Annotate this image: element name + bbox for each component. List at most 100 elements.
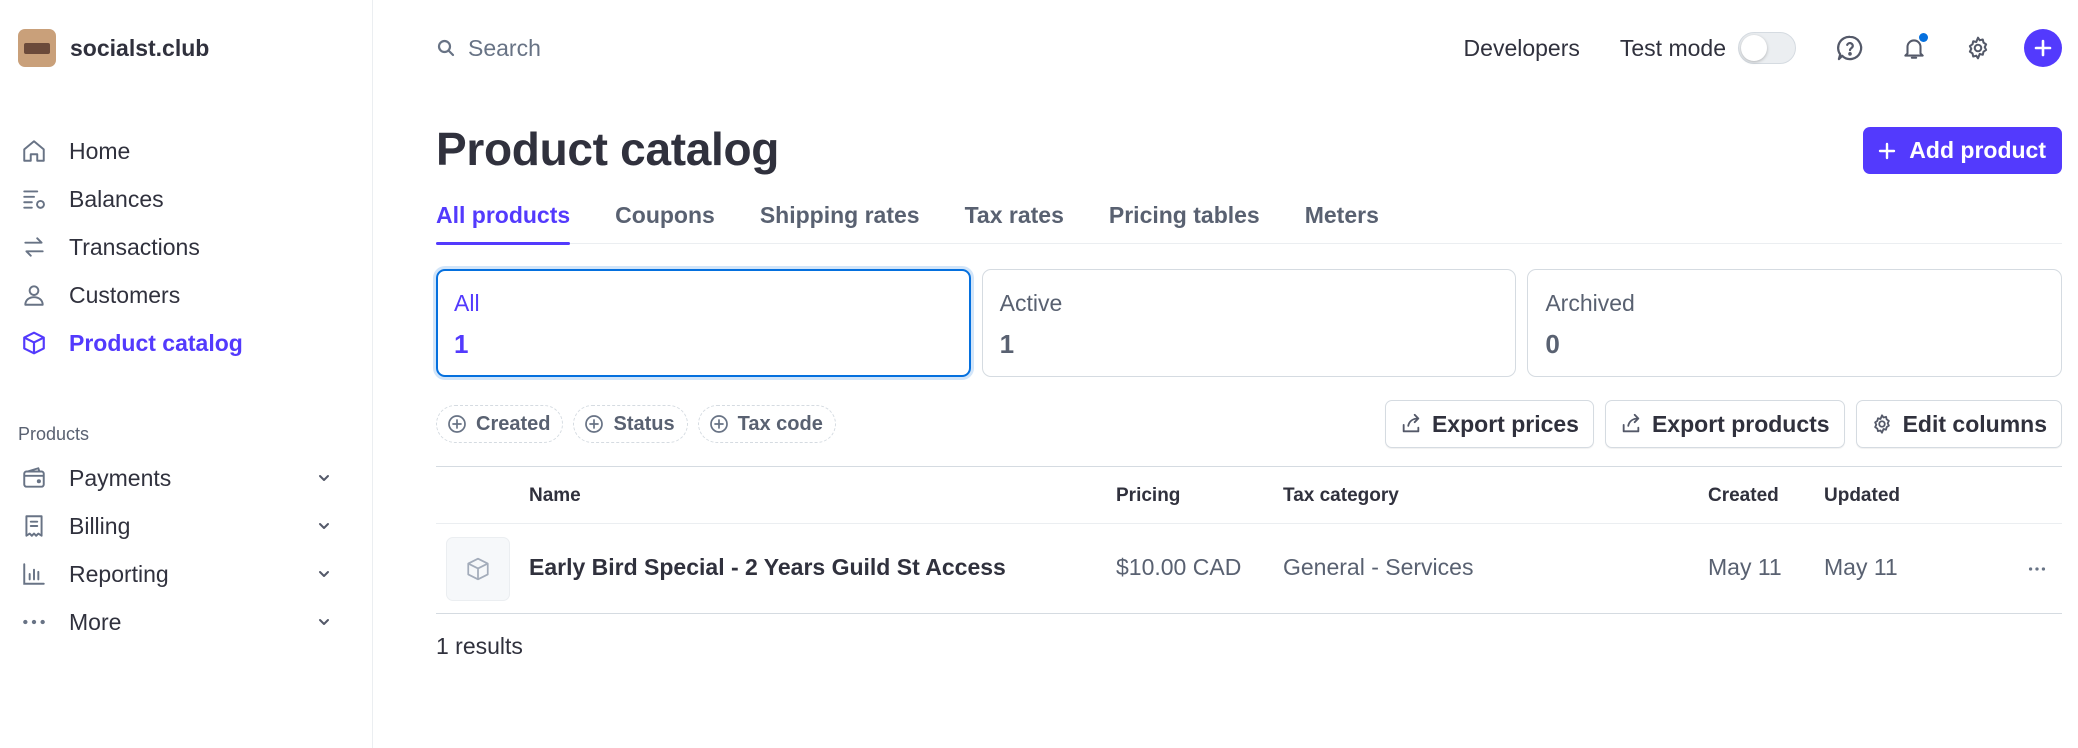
gear-icon[interactable] [1960, 30, 1996, 66]
chevron-down-icon[interactable] [314, 564, 334, 584]
product-updated: May 11 [1824, 554, 1898, 580]
tab-all-products[interactable]: All products [436, 188, 571, 245]
table-row[interactable]: Early Bird Special - 2 Years Guild St Ac… [436, 524, 2062, 614]
plus-icon [1877, 141, 1897, 161]
add-circle-icon [447, 414, 467, 434]
more-dots-icon [18, 606, 50, 638]
filter-created[interactable]: Created [436, 405, 564, 443]
product-created: May 11 [1708, 554, 1782, 580]
filter-status[interactable]: Status [573, 405, 688, 443]
chevron-down-icon[interactable] [314, 612, 334, 632]
test-mode-label: Test mode [1619, 34, 1726, 61]
billing-icon [18, 510, 50, 542]
tab-pricing-tables[interactable]: Pricing tables [1109, 188, 1260, 244]
sidebar-section-title: Products [18, 424, 90, 444]
page-title: Product catalog [436, 123, 780, 175]
add-product-button[interactable]: Add product [1863, 127, 2062, 174]
sidebar-item-home[interactable]: Home [18, 127, 338, 175]
filter-label: Created [476, 412, 551, 435]
column-header-name[interactable]: Name [529, 485, 581, 507]
reporting-icon [18, 558, 50, 590]
filter-tax-code[interactable]: Tax code [697, 405, 836, 443]
chevron-down-icon[interactable] [314, 516, 334, 536]
sidebar-item-product-catalog[interactable]: Product catalog [18, 319, 338, 367]
status-card-active[interactable]: Active 1 [981, 269, 1517, 377]
table-actions: Export prices Export products Edit colum… [1384, 400, 2062, 448]
home-icon [18, 135, 50, 167]
status-card-count: 1 [999, 329, 1015, 359]
box-icon [465, 556, 491, 582]
gear-icon [1871, 413, 1893, 435]
account-switcher[interactable]: socialst.club [18, 29, 209, 67]
transactions-icon [18, 231, 50, 263]
add-product-label: Add product [1909, 137, 2046, 163]
product-name[interactable]: Early Bird Special - 2 Years Guild St Ac… [529, 554, 1006, 581]
sidebar-item-label: Transactions [69, 233, 200, 260]
balances-icon [18, 183, 50, 215]
topbar-actions: Developers Test mode [1464, 25, 2062, 71]
products-table: Name Pricing Tax category Created Update… [436, 466, 2062, 614]
toggle-knob [1741, 35, 1767, 61]
status-card-label: Active [999, 290, 1063, 316]
sidebar-item-balances[interactable]: Balances [18, 175, 338, 223]
search-input[interactable]: Search [436, 30, 541, 66]
status-card-label: Archived [1545, 290, 1635, 316]
add-circle-icon [709, 414, 729, 434]
row-overflow-menu-icon[interactable] [2022, 554, 2052, 584]
sidebar-item-more[interactable]: More [18, 598, 338, 646]
product-tax-category: General - Services [1283, 554, 1474, 580]
sidebar-item-label: Payments [69, 464, 172, 491]
export-products-button[interactable]: Export products [1604, 400, 1845, 448]
status-card-all[interactable]: All 1 [436, 269, 971, 377]
primary-nav: Home Balances Transactions Customers Pro… [18, 127, 338, 367]
developers-link[interactable]: Developers [1464, 35, 1580, 62]
catalog-tabs: All products Coupons Shipping rates Tax … [436, 188, 2062, 245]
filter-label: Tax code [737, 412, 823, 435]
products-nav: Payments Billing Reporting More [18, 454, 338, 646]
status-card-count: 1 [454, 329, 469, 359]
sidebar-item-label: Balances [69, 185, 164, 212]
help-icon[interactable] [1832, 30, 1868, 66]
tab-tax-rates[interactable]: Tax rates [965, 188, 1064, 244]
column-header-updated[interactable]: Updated [1824, 485, 1900, 507]
tab-coupons[interactable]: Coupons [615, 188, 715, 244]
table-header: Name Pricing Tax category Created Update… [436, 466, 2062, 524]
account-logo [18, 29, 56, 67]
export-icon [1620, 413, 1642, 435]
chevron-down-icon[interactable] [314, 468, 334, 488]
edit-columns-label: Edit columns [1902, 410, 2047, 437]
sidebar-item-payments[interactable]: Payments [18, 454, 338, 502]
column-header-pricing[interactable]: Pricing [1116, 485, 1180, 507]
plus-icon [2033, 38, 2053, 58]
results-count: 1 results [436, 633, 523, 659]
status-card-count: 0 [1545, 329, 1560, 359]
product-catalog-icon [18, 327, 50, 359]
status-filter-cards: All 1 Active 1 Archived 0 [436, 269, 2063, 377]
product-pricing: $10.00 CAD [1116, 554, 1242, 580]
sidebar: socialst.club Home Balances Transactions… [0, 0, 373, 748]
tab-meters[interactable]: Meters [1305, 188, 1379, 244]
column-header-created[interactable]: Created [1708, 485, 1779, 507]
test-mode-toggle[interactable] [1738, 32, 1796, 64]
sidebar-item-label: Reporting [69, 560, 169, 587]
column-header-tax-category[interactable]: Tax category [1283, 485, 1399, 507]
sidebar-item-label: Home [69, 137, 131, 164]
product-image-placeholder [446, 537, 510, 601]
status-card-label: All [454, 290, 480, 316]
add-circle-icon [584, 414, 604, 434]
filter-chips: Created Status Tax code [436, 405, 836, 443]
sidebar-item-billing[interactable]: Billing [18, 502, 338, 550]
sidebar-item-reporting[interactable]: Reporting [18, 550, 338, 598]
customers-icon [18, 279, 50, 311]
export-prices-button[interactable]: Export prices [1384, 400, 1594, 448]
sidebar-item-customers[interactable]: Customers [18, 271, 338, 319]
status-card-archived[interactable]: Archived 0 [1527, 269, 2063, 377]
sidebar-item-transactions[interactable]: Transactions [18, 223, 338, 271]
search-placeholder: Search [468, 34, 541, 61]
sidebar-item-label: Product catalog [69, 329, 243, 356]
tab-shipping-rates[interactable]: Shipping rates [760, 188, 920, 244]
edit-columns-button[interactable]: Edit columns [1855, 400, 2062, 448]
notifications-bell-icon[interactable] [1896, 30, 1932, 66]
create-new-button[interactable] [2024, 29, 2062, 67]
search-icon [436, 38, 456, 58]
